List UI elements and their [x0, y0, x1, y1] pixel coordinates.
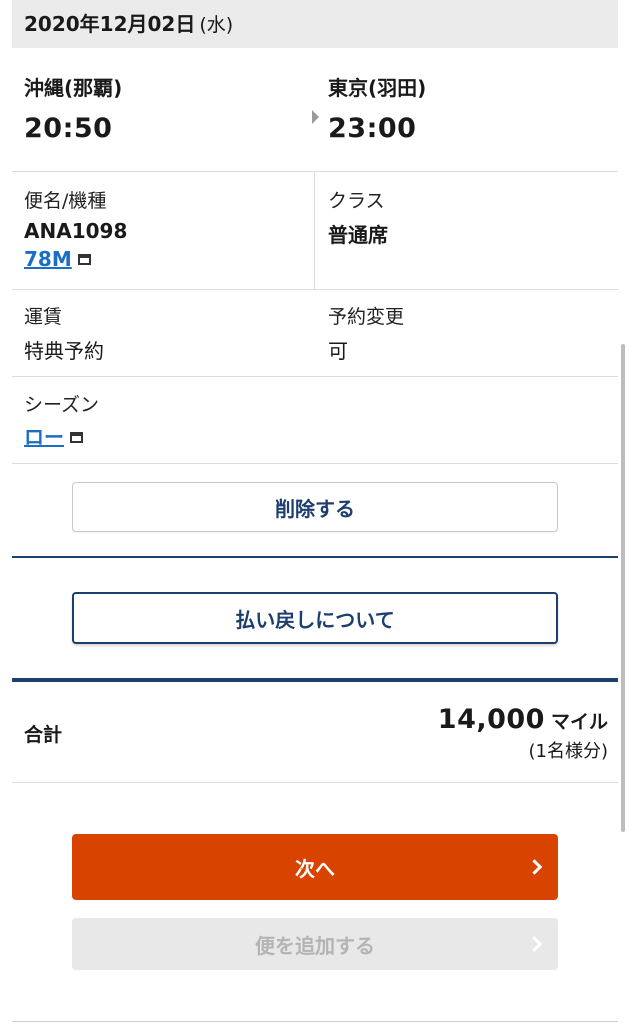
fare-info-cell: 運賃 特典予約 — [24, 302, 104, 364]
departure-city: 沖縄(那覇) — [24, 76, 123, 100]
season-value[interactable]: ロー — [24, 425, 64, 449]
divider — [12, 1021, 618, 1022]
season-link[interactable]: ロー — [24, 421, 64, 450]
flight-label: 便名/機種 — [24, 190, 107, 212]
route-arrow-icon — [312, 110, 319, 124]
divider — [12, 463, 618, 464]
season-label: シーズン — [24, 394, 100, 416]
divider — [12, 782, 618, 783]
day-of-week: (水) — [199, 14, 234, 36]
divider — [12, 376, 618, 377]
add-flight-label[interactable]: 便を追加する — [255, 930, 375, 959]
arrival-city: 東京(羽田) — [328, 76, 427, 100]
next-button[interactable]: 次へ — [72, 834, 558, 900]
next-button-label[interactable]: 次へ — [295, 853, 335, 882]
miles-unit: マイル — [550, 711, 608, 733]
route-summary: 沖縄(那覇) 20:50 東京(羽田) 23:00 — [24, 72, 618, 172]
total-label: 合計 — [24, 724, 63, 746]
per-person-note: (1名様分) — [528, 741, 609, 762]
new-window-icon — [77, 254, 91, 265]
flight-date: 2020年12月02日 — [24, 12, 196, 36]
chevron-right-icon — [526, 936, 543, 952]
aircraft-type[interactable]: 78M — [24, 247, 72, 271]
class-value: 普通席 — [328, 223, 388, 247]
flight-number: ANA1098 — [24, 219, 128, 243]
new-window-icon — [70, 432, 83, 443]
change-value: 可 — [328, 339, 348, 363]
total-miles: 14,000 — [437, 704, 545, 735]
class-info-cell: クラス 普通席 — [328, 186, 388, 248]
chevron-right-icon — [526, 859, 543, 875]
change-info-cell: 予約変更 可 — [328, 302, 404, 364]
scrollbar[interactable] — [621, 344, 625, 832]
delete-button[interactable]: 削除する — [72, 482, 558, 532]
divider — [314, 171, 315, 289]
season-info-cell: シーズン ロー — [24, 390, 99, 450]
class-label: クラス — [328, 190, 385, 212]
fare-label: 運賃 — [24, 306, 63, 328]
change-label: 予約変更 — [328, 306, 405, 328]
add-flight-button[interactable]: 便を追加する — [72, 918, 558, 970]
section-divider — [12, 556, 618, 558]
section-divider — [12, 678, 618, 682]
departure-time: 20:50 — [24, 113, 113, 144]
refund-info-button[interactable]: 払い戻しについて — [72, 592, 558, 644]
divider — [12, 171, 618, 172]
aircraft-link[interactable]: 78M — [24, 247, 72, 271]
flight-info-cell: 便名/機種 ANA1098 78M — [24, 186, 127, 271]
delete-button-label[interactable]: 削除する — [275, 493, 355, 522]
total-amount: 14,000 マイル (1名様分) — [438, 704, 608, 763]
refund-button-label[interactable]: 払い戻しについて — [235, 604, 394, 633]
divider — [12, 289, 618, 290]
date-header: 2020年12月02日 (水) — [12, 0, 618, 48]
fare-value: 特典予約 — [24, 339, 104, 363]
arrival-time: 23:00 — [328, 113, 417, 144]
departure: 沖縄(那覇) 20:50 — [24, 72, 122, 144]
arrival: 東京(羽田) 23:00 — [328, 72, 426, 144]
